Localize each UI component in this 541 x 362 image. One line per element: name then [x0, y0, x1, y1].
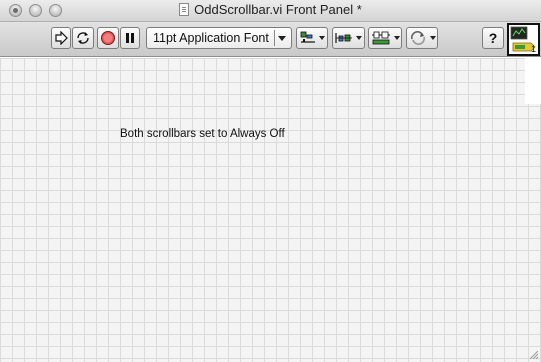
vi-icon[interactable]: 1 [507, 23, 540, 56]
run-continuously-icon [77, 32, 89, 44]
run-continuously-button[interactable] [72, 27, 94, 49]
context-help-button[interactable]: ? [482, 27, 504, 49]
run-arrow-icon [55, 31, 68, 45]
panel-corner [525, 58, 541, 104]
front-panel[interactable]: Both scrollbars set to Always Off [0, 58, 541, 362]
reorder-button[interactable] [406, 27, 438, 49]
free-label[interactable]: Both scrollbars set to Always Off [120, 128, 285, 140]
window-title: OddScrollbar.vi Front Panel * [0, 2, 541, 17]
pause-button[interactable] [120, 27, 140, 49]
abort-stop-icon [101, 31, 115, 45]
chevron-down-icon [356, 36, 362, 40]
align-objects-icon [300, 31, 315, 43]
resize-grip-icon[interactable] [528, 349, 539, 360]
document-proxy-icon[interactable] [179, 3, 190, 16]
toolbar: 11pt Application Font ? 1 [0, 22, 541, 57]
resize-objects-icon [371, 31, 390, 45]
chevron-down-icon [278, 36, 286, 41]
question-mark-icon: ? [488, 30, 498, 46]
font-ring-separator [274, 30, 275, 46]
front-panel-window: OddScrollbar.vi Front Panel * 11pt Appli… [0, 0, 541, 362]
window-title-text: OddScrollbar.vi Front Panel * [194, 2, 362, 17]
font-ring-value: 11pt Application Font [153, 31, 269, 45]
reorder-icon [410, 31, 425, 45]
chevron-down-icon [429, 36, 436, 40]
distribute-objects-icon [335, 33, 352, 43]
run-button[interactable] [51, 27, 71, 49]
text-settings-ring[interactable]: 11pt Application Font [146, 27, 292, 49]
vi-icon-number: 1 [530, 44, 536, 54]
chevron-down-icon [393, 36, 400, 40]
distribute-objects-button[interactable] [332, 27, 365, 49]
abort-button[interactable] [97, 27, 119, 49]
title-bar[interactable]: OddScrollbar.vi Front Panel * [0, 0, 541, 22]
resize-objects-button[interactable] [368, 27, 402, 49]
align-objects-button[interactable] [296, 27, 328, 49]
chevron-down-icon [318, 36, 325, 40]
pause-icon [126, 33, 134, 43]
